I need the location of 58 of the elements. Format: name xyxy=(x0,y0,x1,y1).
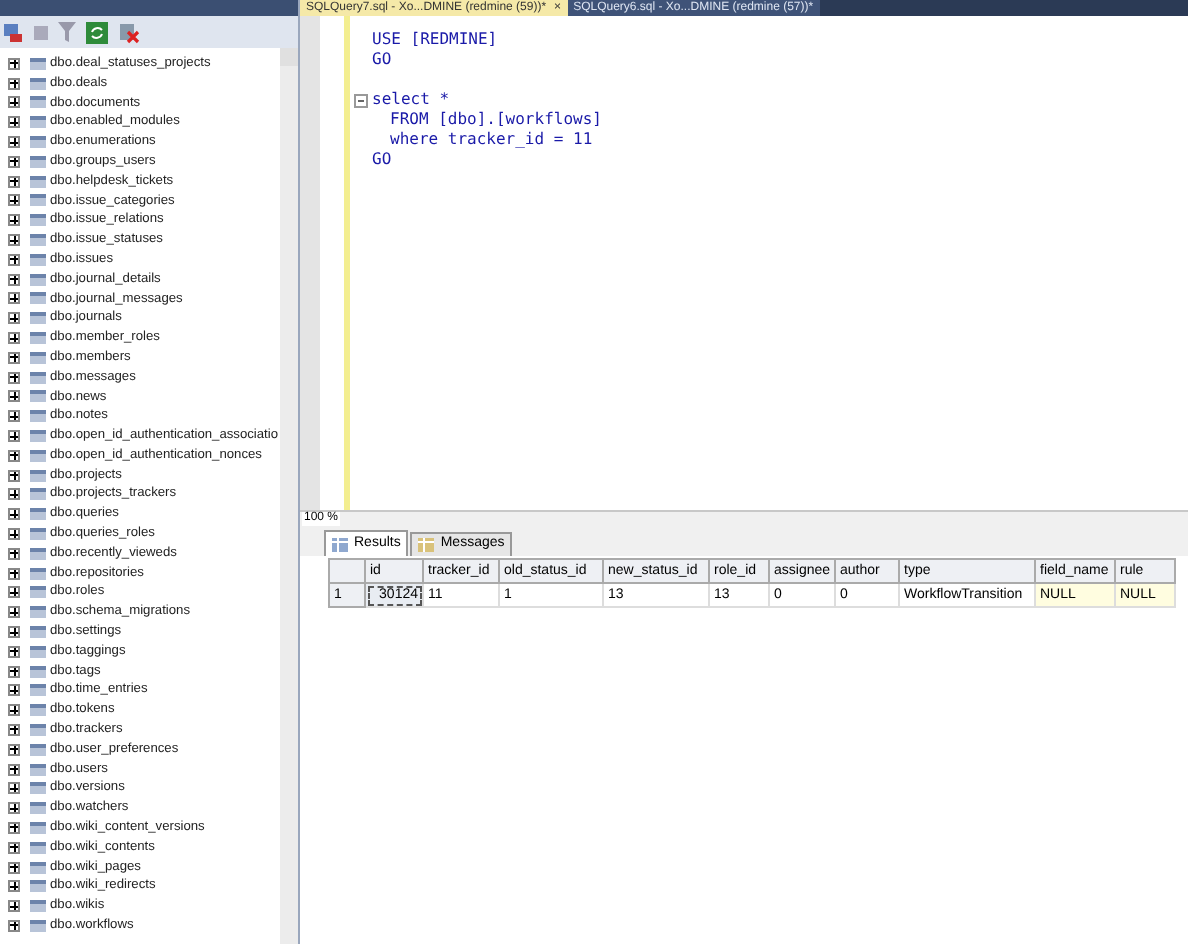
expand-icon[interactable] xyxy=(8,332,20,345)
expand-icon[interactable] xyxy=(8,96,20,109)
expand-icon[interactable] xyxy=(8,508,20,521)
delete-icon[interactable] xyxy=(118,21,140,43)
code-line: USE [REDMINE] xyxy=(372,30,498,50)
expand-icon[interactable] xyxy=(8,723,20,736)
refresh-icon[interactable] xyxy=(86,21,108,43)
expand-icon[interactable] xyxy=(8,430,20,443)
expand-icon[interactable] xyxy=(8,586,20,599)
expand-icon[interactable] xyxy=(8,77,20,90)
code-line: GO xyxy=(372,50,392,70)
expand-icon[interactable] xyxy=(8,273,20,286)
expand-icon[interactable] xyxy=(8,645,20,658)
expand-icon[interactable] xyxy=(8,567,20,580)
expand-icon[interactable] xyxy=(8,234,20,247)
message-icon xyxy=(418,538,435,552)
expand-icon[interactable] xyxy=(8,136,20,149)
scrollbar[interactable] xyxy=(280,48,298,944)
expand-icon[interactable] xyxy=(8,528,20,541)
expand-icon[interactable] xyxy=(8,861,20,874)
expand-icon[interactable] xyxy=(8,743,20,756)
expand-icon[interactable] xyxy=(8,116,20,129)
connect-icon[interactable] xyxy=(2,21,24,43)
expand-icon[interactable] xyxy=(8,782,20,795)
expand-icon[interactable] xyxy=(8,175,20,188)
expand-icon[interactable] xyxy=(8,821,20,834)
expand-icon[interactable] xyxy=(8,312,20,325)
expand-icon[interactable] xyxy=(8,292,20,305)
expand-icon[interactable] xyxy=(8,390,20,403)
expand-icon[interactable] xyxy=(8,547,20,560)
expand-icon[interactable] xyxy=(8,155,20,168)
expand-icon[interactable] xyxy=(8,351,20,364)
expand-icon[interactable] xyxy=(8,488,20,501)
expand-icon[interactable] xyxy=(8,841,20,854)
expand-icon[interactable] xyxy=(8,449,20,462)
expand-icon[interactable] xyxy=(8,469,20,482)
code-line: GO xyxy=(372,150,392,170)
expand-icon[interactable] xyxy=(8,900,20,913)
collapse-icon[interactable] xyxy=(354,93,368,107)
expand-icon[interactable] xyxy=(8,410,20,423)
code-line: where tracker_id = 11 xyxy=(388,130,593,150)
expand-icon[interactable] xyxy=(8,214,20,227)
code-line: FROM [dbo].[workflows] xyxy=(388,110,602,130)
expand-icon[interactable] xyxy=(8,684,20,697)
expand-icon[interactable] xyxy=(8,253,20,266)
expand-icon[interactable] xyxy=(8,606,20,619)
expand-icon[interactable] xyxy=(8,919,20,932)
expand-icon[interactable] xyxy=(8,57,20,70)
expand-icon[interactable] xyxy=(8,371,20,384)
code-line: select * xyxy=(372,90,450,110)
expand-icon[interactable] xyxy=(8,704,20,717)
expand-icon[interactable] xyxy=(8,763,20,776)
expand-icon[interactable] xyxy=(8,880,20,893)
expand-icon[interactable] xyxy=(8,626,20,638)
grid-icon xyxy=(332,537,348,551)
expand-icon[interactable] xyxy=(8,194,20,207)
expand-icon[interactable] xyxy=(8,665,20,678)
expand-icon[interactable] xyxy=(8,802,20,815)
